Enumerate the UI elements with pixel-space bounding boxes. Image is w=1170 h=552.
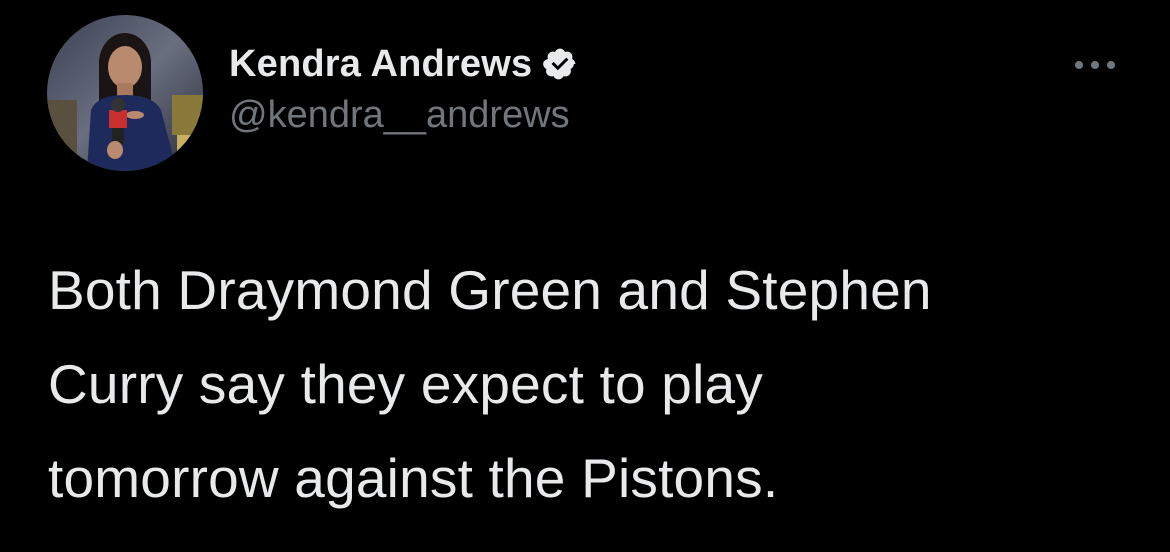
more-options-icon[interactable]	[1072, 55, 1118, 75]
avatar-image	[47, 15, 203, 171]
tweet-text-line: Curry say they expect to play	[48, 353, 763, 415]
tweet-text-line: Both Draymond Green and Stephen	[48, 259, 932, 321]
tweet-header: Kendra Andrews @kendra__andrews	[229, 38, 578, 137]
author-name-row: Kendra Andrews	[229, 38, 578, 90]
tweet-card: Kendra Andrews @kendra__andrews Both Dra…	[0, 0, 1170, 552]
tweet-text: Both Draymond Green and Stephen Curry sa…	[48, 243, 1128, 525]
author-handle[interactable]: @kendra__andrews	[229, 94, 578, 137]
author-display-name[interactable]: Kendra Andrews	[229, 43, 532, 86]
author-avatar[interactable]	[47, 15, 203, 171]
verified-badge-icon	[542, 46, 578, 82]
tweet-text-line: tomorrow against the Pistons.	[48, 447, 779, 509]
